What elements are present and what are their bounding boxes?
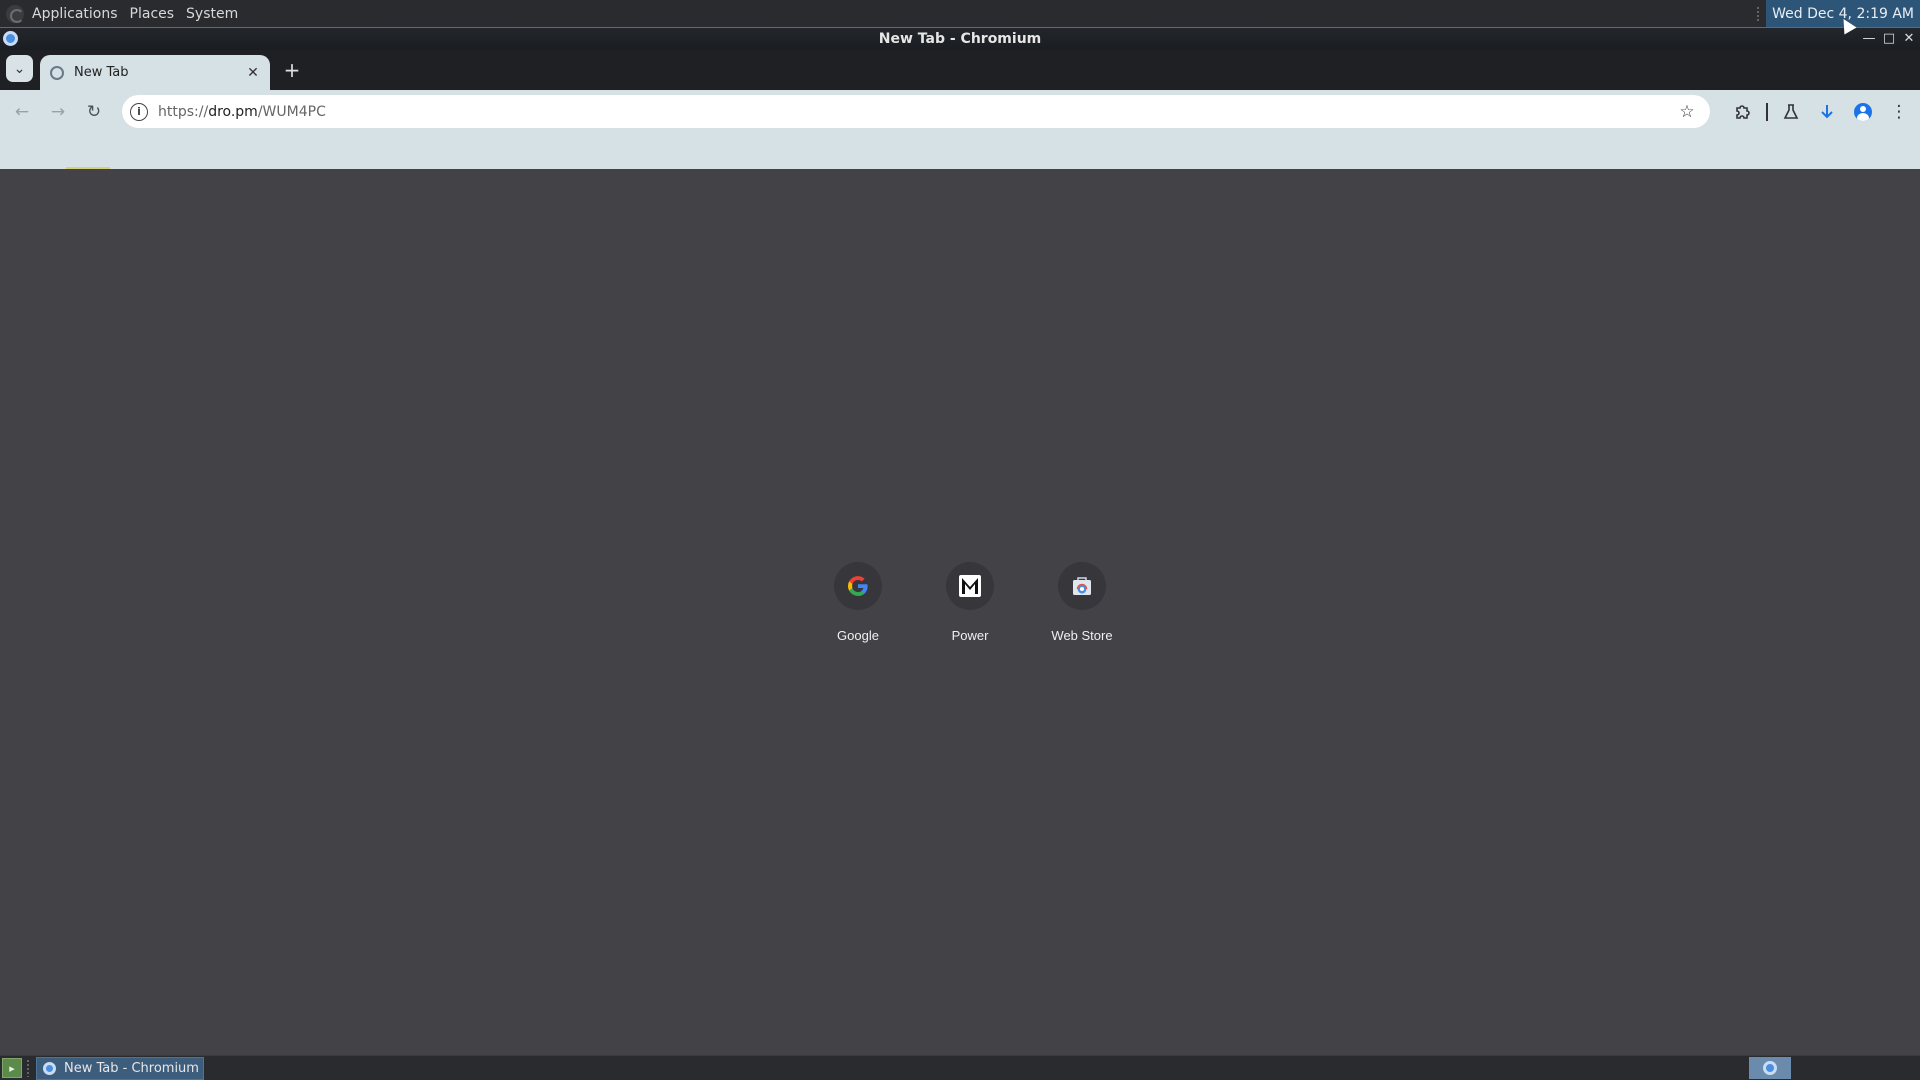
menu-applications[interactable]: Applications: [30, 6, 120, 22]
shortcut-power[interactable]: Power: [914, 562, 1026, 662]
m-logo-icon: [957, 573, 983, 599]
shortcut-tile[interactable]: [946, 562, 994, 610]
menu-system[interactable]: System: [184, 6, 240, 22]
shortcuts-grid: Google Power Web Store: [802, 562, 1138, 662]
window-title-bar[interactable]: New Tab - Chromium — □ ✕: [0, 27, 1920, 50]
shortcut-label: Web Store: [1051, 628, 1113, 643]
close-window-button[interactable]: ✕: [1902, 32, 1916, 46]
address-bar[interactable]: i https://dro.pm/WUM4PC ☆: [122, 95, 1710, 128]
url-scheme: https://: [158, 103, 209, 120]
labs-button[interactable]: [1776, 97, 1806, 127]
window-title: New Tab - Chromium: [878, 31, 1042, 47]
tab-strip: ⌄ New Tab ✕ +: [0, 50, 1920, 90]
puzzle-icon: [1736, 104, 1750, 119]
top-panel: Applications Places System Wed Dec 4, 2:…: [0, 0, 1920, 27]
new-tab-page: Google Power Web Store: [0, 169, 1920, 1055]
back-button[interactable]: ←: [8, 98, 36, 126]
shortcut-web-store[interactable]: Web Store: [1026, 562, 1138, 662]
globe-icon: [50, 65, 64, 80]
download-arrow-icon: [1821, 104, 1833, 118]
kebab-menu-icon: ⋮: [1890, 101, 1908, 122]
arrow-right-icon: →: [50, 101, 66, 122]
google-g-icon: [845, 573, 871, 599]
bookmarks-bar: [0, 133, 1920, 169]
reload-button[interactable]: ↻: [80, 98, 108, 126]
site-info-icon[interactable]: i: [130, 102, 148, 121]
bottom-taskbar: ▸ New Tab - Chromium: [0, 1055, 1920, 1080]
desktop-icon: ▸: [9, 1061, 15, 1075]
taskbar-window-label: New Tab - Chromium: [64, 1060, 199, 1076]
chevron-down-icon: ⌄: [13, 60, 26, 77]
arrow-left-icon: ←: [14, 101, 30, 122]
downloads-button[interactable]: [1812, 97, 1842, 127]
toolbar-separator: [1766, 102, 1768, 121]
shortcut-label: Google: [837, 628, 879, 643]
show-desktop-button[interactable]: ▸: [2, 1058, 22, 1078]
browser-toolbar: ← → ↻ i https://dro.pm/WUM4PC ☆ ⋮: [0, 90, 1920, 133]
tab-close-button[interactable]: ✕: [244, 64, 262, 82]
url-text[interactable]: https://dro.pm/WUM4PC: [158, 104, 1676, 120]
chromium-icon: [43, 1061, 56, 1075]
shortcut-google[interactable]: Google: [802, 562, 914, 662]
chromium-window-icon[interactable]: [3, 31, 18, 46]
profile-button[interactable]: [1848, 97, 1878, 127]
forward-button[interactable]: →: [44, 98, 72, 126]
taskbar-grip-handle[interactable]: [26, 1059, 30, 1077]
url-path: /WUM4PC: [257, 103, 326, 120]
window-controls: — □ ✕: [1862, 28, 1916, 50]
workspace-switcher[interactable]: [1749, 1057, 1791, 1079]
chromium-icon: [1763, 1061, 1777, 1075]
avatar-icon: [1854, 102, 1872, 121]
reload-icon: ↻: [86, 101, 102, 122]
extensions-button[interactable]: [1728, 97, 1758, 127]
shortcut-label: Power: [951, 628, 989, 643]
tab-search-button[interactable]: ⌄: [6, 55, 33, 82]
shortcut-tile[interactable]: [834, 562, 882, 610]
toolbar-right-actions: ⋮: [1728, 90, 1920, 133]
plus-icon: +: [283, 58, 301, 82]
tab-title: New Tab: [74, 65, 129, 80]
menu-places[interactable]: Places: [128, 6, 177, 22]
taskbar-window-button[interactable]: New Tab - Chromium: [36, 1056, 204, 1080]
menu-button[interactable]: ⋮: [1884, 97, 1914, 127]
web-store-icon: [1069, 573, 1095, 599]
new-tab-button[interactable]: +: [281, 59, 303, 81]
shortcut-tile[interactable]: [1058, 562, 1106, 610]
close-icon: ✕: [247, 64, 259, 81]
minimize-button[interactable]: —: [1862, 32, 1876, 46]
distro-logo-icon[interactable]: [6, 4, 24, 23]
url-host: dro.pm: [208, 103, 258, 120]
panel-grip-handle[interactable]: [1756, 5, 1761, 22]
maximize-button[interactable]: □: [1882, 32, 1896, 46]
tab-new-tab[interactable]: New Tab ✕: [40, 55, 270, 90]
bookmark-star-icon[interactable]: ☆: [1676, 101, 1698, 123]
flask-icon: [1783, 103, 1799, 119]
